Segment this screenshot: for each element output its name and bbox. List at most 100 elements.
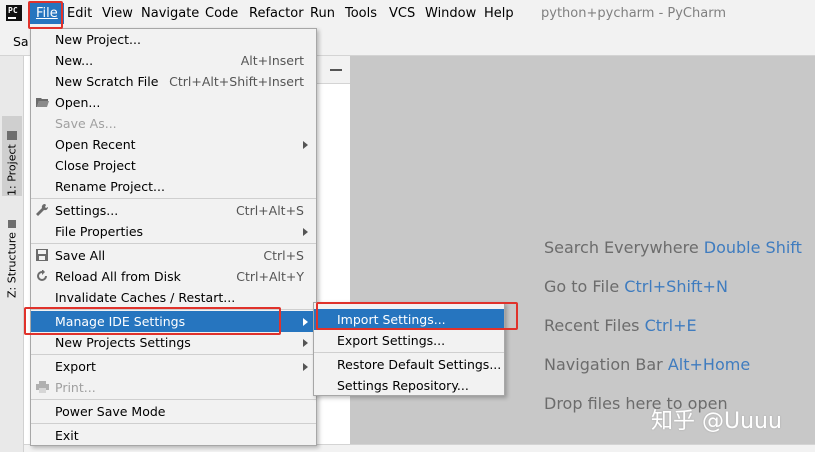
menu-item-save-all[interactable]: Save All Ctrl+S [31,245,316,266]
menu-item-save-as[interactable]: Save As... [31,113,316,134]
hint-goto-shortcut: Ctrl+Shift+N [624,277,728,296]
annotation-highlight-file [28,1,63,29]
settings-shortcut: Ctrl+Alt+S [235,203,304,218]
printer-icon [36,381,49,393]
submenu-item-restore-defaults[interactable]: Restore Default Settings... [314,354,504,375]
menu-tools[interactable]: Tools [345,6,377,21]
submenu-arrow-icon [303,339,308,347]
submenu-item-export-settings[interactable]: Export Settings... [314,330,504,351]
annotation-highlight-import-settings [316,302,518,330]
menu-item-new-project[interactable]: New Project... [31,29,316,50]
pycharm-logo-icon: PC [6,5,22,21]
hint-recent-files: Recent Files Ctrl+E [544,316,697,335]
restore-defaults-label: Restore Default Settings... [337,357,502,372]
reload-shortcut: Ctrl+Alt+Y [236,269,304,284]
project-tab-label: 1: Project [5,144,19,196]
new-projects-settings-label: New Projects Settings [55,335,191,350]
menu-view[interactable]: View [102,6,133,21]
wrench-icon [36,204,49,216]
breadcrumb[interactable]: Sa [13,34,29,49]
file-properties-label: File Properties [55,224,144,239]
settings-label: Settings... [55,203,119,218]
menu-separator [31,399,316,400]
new-shortcut: Alt+Insert [240,53,304,68]
hint-recent-shortcut: Ctrl+E [644,316,697,335]
menu-refactor[interactable]: Refactor [249,6,304,21]
menu-item-power-save-mode[interactable]: Power Save Mode [31,401,316,422]
open-recent-label: Open Recent [55,137,136,152]
structure-tool-tab[interactable]: Z: Structure [2,208,22,298]
refresh-icon [37,270,47,281]
folder-open-icon [36,98,49,107]
menu-item-settings[interactable]: Settings... Ctrl+Alt+S [31,200,316,221]
menu-navigate[interactable]: Navigate [141,6,199,21]
hint-navbar-label: Navigation Bar [544,355,663,374]
left-tool-strip: 1: Project Z: Structure [0,56,24,452]
hint-search-label: Search Everywhere [544,238,699,257]
menu-item-rename-project[interactable]: Rename Project... [31,176,316,197]
menu-code[interactable]: Code [205,6,238,21]
menu-item-new-projects-settings[interactable]: New Projects Settings [31,332,316,353]
save-icon [36,249,48,261]
menu-item-file-properties[interactable]: File Properties [31,221,316,242]
submenu-item-settings-repository[interactable]: Settings Repository... [314,375,504,396]
menu-separator [314,352,504,353]
close-project-label: Close Project [55,158,136,173]
save-all-label: Save All [55,248,106,263]
menu-item-new[interactable]: New... Alt+Insert [31,50,316,71]
menu-item-close-project[interactable]: Close Project [31,155,316,176]
window-title: python+pycharm - PyCharm [541,6,726,21]
print-label: Print... [55,380,96,395]
project-tool-tab[interactable]: 1: Project [2,116,22,196]
menu-separator [31,243,316,244]
hint-search-everywhere: Search Everywhere Double Shift [544,238,802,257]
file-menu-dropdown: New Project... New... Alt+Insert New Scra… [30,28,317,446]
submenu-arrow-icon [303,318,308,326]
power-save-label: Power Save Mode [55,404,166,419]
save-as-label: Save As... [55,116,117,131]
hint-search-shortcut: Double Shift [703,238,802,257]
menu-item-open-recent[interactable]: Open Recent [31,134,316,155]
submenu-arrow-icon [303,228,308,236]
watermark: 知乎 @Uuuu [651,409,782,434]
new-scratch-label: New Scratch File [55,74,159,89]
menu-item-new-scratch-file[interactable]: New Scratch File Ctrl+Alt+Shift+Insert [31,71,316,92]
menu-item-invalidate-caches[interactable]: Invalidate Caches / Restart... [31,287,316,308]
annotation-highlight-manage-ide [24,307,281,335]
hint-recent-label: Recent Files [544,316,640,335]
menu-separator [31,423,316,424]
menu-item-reload-all[interactable]: Reload All from Disk Ctrl+Alt+Y [31,266,316,287]
menu-item-print[interactable]: Print... [31,377,316,398]
hint-go-to-file: Go to File Ctrl+Shift+N [544,277,728,296]
menu-window[interactable]: Window [425,6,476,21]
menu-item-exit[interactable]: Exit [31,425,316,446]
menu-edit[interactable]: Edit [67,6,92,21]
new-project-label: New Project... [55,32,141,47]
rename-project-label: Rename Project... [55,179,165,194]
new-label: New... [55,53,94,68]
new-scratch-shortcut: Ctrl+Alt+Shift+Insert [169,74,304,89]
menu-bar: PC File Edit View Navigate Code Refactor… [0,0,815,28]
minimize-icon[interactable] [330,69,342,71]
menu-item-open[interactable]: Open... [31,92,316,113]
export-label: Export [55,359,96,374]
menu-run[interactable]: Run [310,6,335,21]
menu-vcs[interactable]: VCS [389,6,415,21]
structure-icon [8,220,16,229]
menu-item-export[interactable]: Export [31,356,316,377]
settings-repository-label: Settings Repository... [337,378,469,393]
save-all-shortcut: Ctrl+S [263,248,304,263]
menu-help[interactable]: Help [484,6,514,21]
hint-navigation-bar: Navigation Bar Alt+Home [544,355,750,374]
submenu-arrow-icon [303,363,308,371]
menu-separator [31,354,316,355]
export-settings-label: Export Settings... [337,333,446,348]
submenu-arrow-icon [303,141,308,149]
exit-label: Exit [55,428,79,443]
reload-label: Reload All from Disk [55,269,181,284]
hint-goto-label: Go to File [544,277,620,296]
folder-icon [7,131,17,141]
open-label: Open... [55,95,101,110]
hint-navbar-shortcut: Alt+Home [667,355,751,374]
menu-separator [31,198,316,199]
